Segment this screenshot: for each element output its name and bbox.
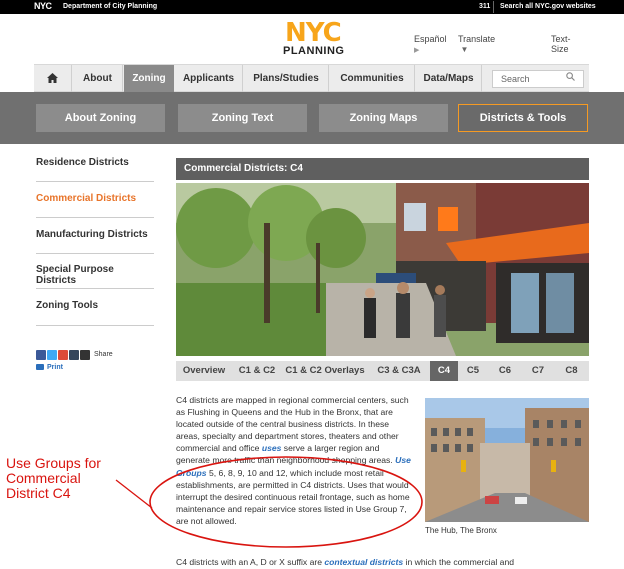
tab-c4[interactable]: C4: [430, 361, 458, 381]
subnav-about-zoning[interactable]: About Zoning: [36, 104, 165, 132]
divider: [36, 288, 154, 289]
page-title: Commercial Districts: C4: [176, 158, 589, 180]
nav-data-maps[interactable]: Data/Maps: [416, 65, 482, 92]
search-icon[interactable]: [566, 71, 575, 87]
uses-link[interactable]: uses: [262, 443, 282, 453]
street-photo: [176, 183, 589, 356]
print-label: Print: [47, 364, 63, 371]
contextual-districts-text: C4 districts with an A, D or X suffix ar…: [176, 557, 596, 567]
subnav-districts-tools[interactable]: Districts & Tools: [458, 104, 588, 132]
tab-overview[interactable]: Overview: [176, 361, 232, 381]
nav-about[interactable]: About: [73, 65, 123, 92]
divider: [493, 1, 494, 13]
annotation-label: Use Groups for Commercial District C4: [6, 456, 101, 501]
espanol-link[interactable]: Español ▶: [414, 34, 447, 54]
district-description: C4 districts are mapped in regional comm…: [176, 394, 414, 527]
subnav-zoning-maps[interactable]: Zoning Maps: [319, 104, 448, 132]
divider: [36, 325, 154, 326]
sidebar-item-zoning-tools[interactable]: Zoning Tools: [36, 300, 154, 311]
tab-c7[interactable]: C7: [522, 361, 554, 381]
department-link[interactable]: Department of City Planning: [63, 3, 157, 10]
district-tabs: Overview C1 & C2 C1 & C2 Overlays C3 & C…: [176, 361, 589, 381]
divider: [36, 253, 154, 254]
annotation-line: Use Groups for: [6, 455, 101, 471]
twitter-icon[interactable]: [47, 349, 57, 360]
chevron-down-icon: ▼: [460, 45, 469, 54]
tab-c6[interactable]: C6: [488, 361, 522, 381]
logo-planning-text: PLANNING: [283, 45, 345, 57]
search-all-link[interactable]: Search all NYC.gov websites: [500, 3, 596, 10]
search-placeholder: Search: [501, 74, 530, 84]
sidebar-item-special-purpose[interactable]: Special Purpose Districts: [36, 264, 154, 286]
tab-c5[interactable]: C5: [458, 361, 488, 381]
nav-zoning[interactable]: Zoning: [124, 65, 174, 92]
sidebar-item-commercial[interactable]: Commercial Districts: [36, 193, 154, 204]
link-311[interactable]: 311: [479, 3, 490, 10]
chevron-right-icon: ▶: [414, 47, 420, 54]
sidebar-item-residence[interactable]: Residence Districts: [36, 157, 154, 168]
main-nav: About Zoning Applicants Plans/Studies Co…: [34, 64, 589, 92]
sidebar-item-manufacturing[interactable]: Manufacturing Districts: [36, 229, 154, 240]
share-label[interactable]: Share: [94, 351, 113, 358]
tumblr-icon[interactable]: [69, 349, 79, 360]
nyc-logo[interactable]: NYC: [34, 1, 52, 11]
home-icon: [47, 73, 58, 83]
zoning-subnav: About Zoning Zoning Text Zoning Maps Dis…: [0, 92, 624, 144]
translate-label: Translate: [458, 34, 496, 44]
tab-c1-c2-overlays[interactable]: C1 & C2 Overlays: [282, 361, 368, 381]
facebook-icon[interactable]: [36, 349, 46, 360]
search-input[interactable]: Search: [492, 70, 584, 88]
nav-communities[interactable]: Communities: [330, 65, 415, 92]
printer-icon: [36, 364, 44, 371]
nav-applicants[interactable]: Applicants: [175, 65, 243, 92]
google-plus-icon[interactable]: [58, 349, 68, 360]
nav-plans-studies[interactable]: Plans/Studies: [244, 65, 329, 92]
text-size-link[interactable]: Text-Size: [551, 34, 571, 54]
subnav-zoning-text[interactable]: Zoning Text: [178, 104, 307, 132]
bottom-text-b: in which the commercial and: [403, 557, 514, 567]
description-text-c: 5, 6, 8, 9, 10 and 12, which include mos…: [176, 467, 410, 526]
top-bar: NYC Department of City Planning 311 Sear…: [0, 0, 624, 14]
translate-select[interactable]: Translate ▼: [458, 34, 495, 54]
photo-caption: The Hub, The Bronx: [425, 526, 497, 535]
annotation-line: District C4: [6, 485, 71, 501]
bottom-text-a: C4 districts with an A, D or X suffix ar…: [176, 557, 325, 567]
annotation-pointer: [115, 479, 153, 509]
divider: [36, 181, 154, 182]
email-icon[interactable]: [80, 349, 90, 360]
print-link[interactable]: Print: [36, 364, 63, 371]
share-bar: Share: [36, 346, 114, 360]
espanol-label: Español: [414, 34, 447, 44]
contextual-districts-link[interactable]: contextual districts: [324, 557, 403, 567]
annotation-line: Commercial: [6, 470, 81, 486]
hub-bronx-photo: [425, 398, 589, 522]
tab-c8[interactable]: C8: [554, 361, 589, 381]
tab-c1-c2[interactable]: C1 & C2: [232, 361, 282, 381]
divider: [36, 217, 154, 218]
logo-nyc-text: NYC: [285, 18, 342, 48]
home-button[interactable]: [34, 65, 72, 92]
nyc-planning-logo[interactable]: NYC PLANNING: [283, 18, 349, 60]
tab-c3-c3a[interactable]: C3 & C3A: [368, 361, 430, 381]
